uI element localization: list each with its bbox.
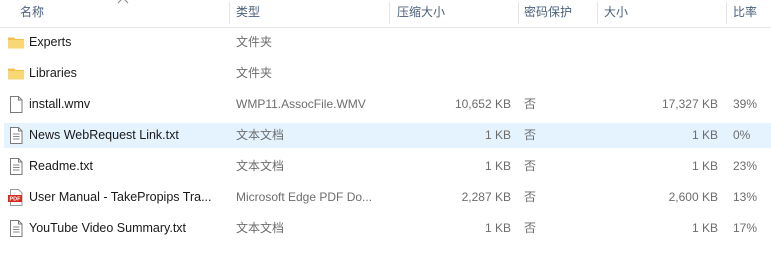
column-divider[interactable] [229, 2, 230, 24]
file-row[interactable]: install.wmv WMP11.AssocFile.WMV 10,652 KB 否… [4, 92, 771, 117]
file-size: 17,327 KB [661, 97, 718, 111]
compression-ratio [733, 30, 771, 55]
file-size: 1 KB [691, 221, 718, 235]
column-divider[interactable] [726, 2, 727, 24]
column-divider[interactable] [597, 2, 598, 24]
file-row[interactable]: Experts 文件夹 [4, 30, 771, 55]
file-type: 文本文档 [236, 159, 285, 173]
file-type: 文件夹 [236, 66, 273, 80]
column-divider[interactable] [518, 2, 519, 24]
file-name: Experts [29, 35, 72, 49]
compressed-size [395, 61, 511, 86]
text-file-icon [7, 220, 25, 237]
column-header-bar: 名称 类型 压缩大小 密码保护 大小 比率 [0, 0, 771, 28]
file-row[interactable]: News WebRequest Link.txt 文本文档 1 KB 否 1 KB 0% [4, 123, 771, 148]
compression-ratio: 13% [733, 190, 758, 204]
column-header-password[interactable]: 密码保护 [520, 0, 596, 27]
column-header-name[interactable]: 名称 [16, 0, 228, 27]
column-header-size[interactable]: 大小 [600, 0, 725, 27]
compression-ratio: 17% [733, 221, 758, 235]
password-protected: 否 [524, 221, 537, 235]
file-size: 1 KB [691, 128, 718, 142]
file-size [602, 30, 718, 55]
compression-ratio [733, 61, 771, 86]
file-row[interactable]: YouTube Video Summary.txt 文本文档 1 KB 否 1 KB 17… [4, 216, 771, 241]
column-header-compressed-size[interactable]: 压缩大小 [393, 0, 517, 27]
password-protected: 否 [524, 97, 537, 111]
password-protected: 否 [524, 128, 537, 142]
file-name: Libraries [29, 66, 77, 80]
compressed-size: 1 KB [484, 221, 511, 235]
password-protected: 否 [524, 190, 537, 204]
file-name: YouTube Video Summary.txt [29, 221, 187, 235]
text-file-icon [7, 158, 25, 175]
file-type: 文本文档 [236, 128, 285, 142]
file-type: 文件夹 [236, 35, 273, 49]
file-name: Readme.txt [29, 159, 93, 173]
pdf-badge-text: PDF [10, 197, 22, 203]
file-type: 文本文档 [236, 221, 285, 235]
compressed-size: 2,287 KB [461, 190, 511, 204]
file-name: News WebRequest Link.txt [29, 128, 179, 142]
column-divider[interactable] [389, 2, 390, 24]
file-row[interactable]: Readme.txt 文本文档 1 KB 否 1 KB 23% [4, 154, 771, 179]
column-header-ratio[interactable]: 比率 [729, 0, 771, 27]
compression-ratio: 0% [733, 128, 751, 142]
file-type: Microsoft Edge PDF Do... [236, 190, 373, 204]
folder-icon [7, 65, 25, 82]
compression-ratio: 39% [733, 97, 758, 111]
compression-ratio: 23% [733, 159, 758, 173]
file-row[interactable]: Libraries 文件夹 [4, 61, 771, 86]
pdf-icon: PDF [7, 189, 25, 206]
file-name: User Manual - TakePropips Tra... [29, 190, 212, 204]
file-size: 1 KB [691, 159, 718, 173]
compressed-size: 1 KB [484, 159, 511, 173]
file-row[interactable]: PDF User Manual - TakePropips Tra... Micro… [4, 185, 771, 210]
file-type: WMP11.AssocFile.WMV [236, 97, 366, 111]
file-size: 2,600 KB [668, 190, 718, 204]
file-size [602, 61, 718, 86]
compressed-size [395, 30, 511, 55]
column-header-type[interactable]: 类型 [232, 0, 388, 27]
compressed-size: 10,652 KB [454, 97, 511, 111]
password-protected: 否 [524, 159, 537, 173]
folder-icon [7, 34, 25, 51]
password-protected [524, 30, 584, 55]
file-icon [7, 96, 25, 113]
text-file-icon [7, 127, 25, 144]
file-name: install.wmv [29, 97, 91, 111]
compressed-size: 1 KB [484, 128, 511, 142]
password-protected [524, 61, 584, 86]
